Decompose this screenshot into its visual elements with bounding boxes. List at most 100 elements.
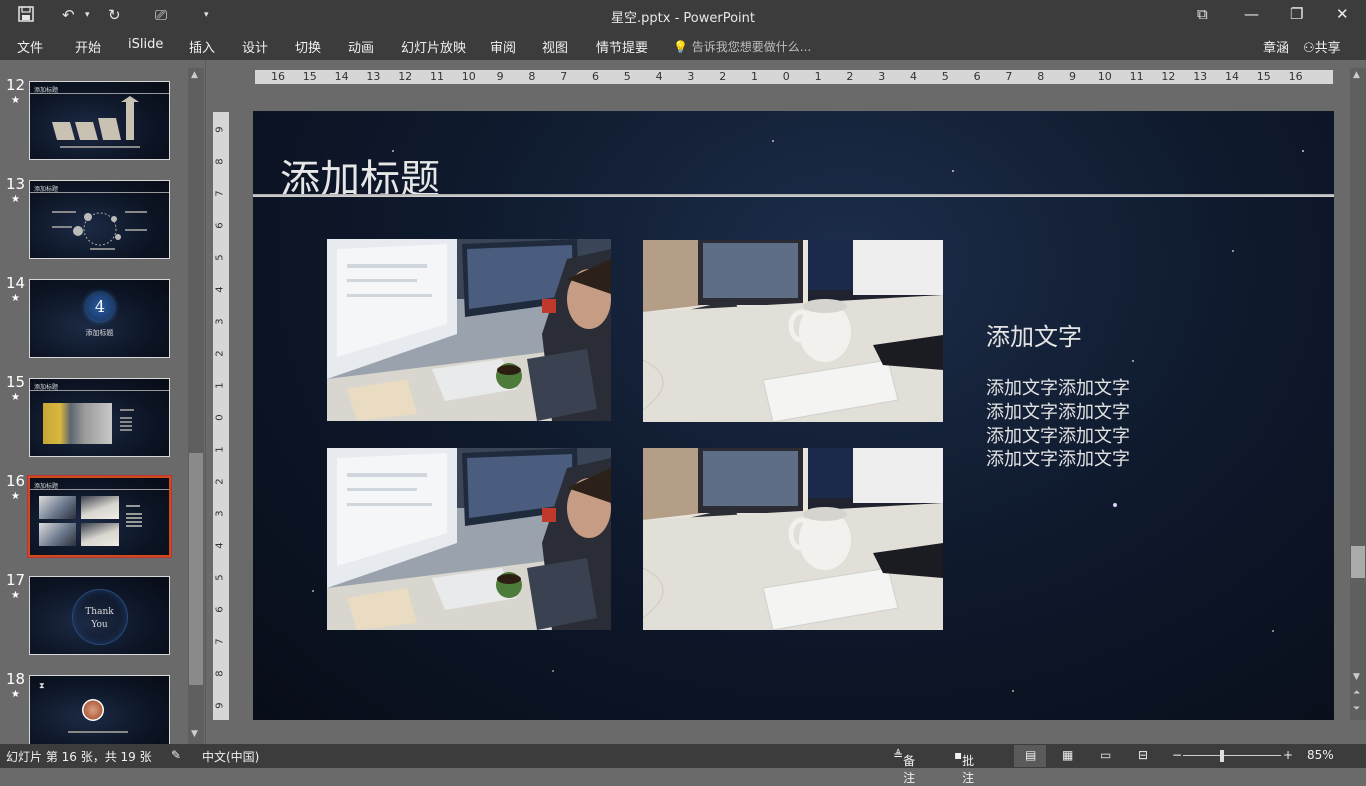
ruler-tick-label: 5 — [214, 254, 226, 261]
thumbnail-graphic — [52, 211, 147, 250]
slide-canvas[interactable]: 添加标题 添加文字 添加文字添加文字 添加文字添加文字 添加文字添加文字 添加文… — [253, 111, 1334, 720]
tab-home[interactable]: 开始 — [75, 37, 101, 56]
slide-scrollbar[interactable]: ▲ ▼ ⏶ ⏷ — [1350, 68, 1366, 720]
ribbon-tabs: 文件 开始 iSlide 插入 设计 切换 动画 幻灯片放映 审阅 视图 情节提… — [0, 31, 1366, 60]
body-text-line[interactable]: 添加文字添加文字 — [986, 398, 1130, 424]
animation-star-icon: ★ — [11, 194, 20, 205]
thumbnail-number: 17 — [6, 571, 26, 589]
tab-file[interactable]: 文件 — [17, 37, 43, 56]
ribbon-display-options-icon[interactable]: ⧉ — [1197, 5, 1208, 23]
horizontal-ruler: 16 15 14 13 12 11 10 9 8 7 6 5 4 3 2 1 0 1 2 3 4 5 6 7 8 9 10 11 12 1… — [255, 70, 1333, 84]
thumbnail-number: 15 — [6, 373, 26, 391]
tab-islide[interactable]: iSlide — [128, 37, 163, 52]
tab-view[interactable]: 视图 — [542, 37, 568, 56]
scrollbar-thumb[interactable] — [189, 453, 203, 685]
slide-thumbnail-16[interactable]: 添加标题 — [28, 476, 171, 557]
language-indicator[interactable]: 中文(中国) — [202, 748, 259, 765]
thumbnail-number: 14 — [6, 274, 26, 292]
zoom-slider[interactable] — [1183, 755, 1281, 756]
office-photo-3[interactable] — [327, 448, 611, 630]
ruler-tick-label: 12 — [1161, 70, 1176, 83]
ruler-tick-label: 3 — [687, 70, 695, 83]
tell-me-search[interactable]: 💡 告诉我您想要做什么... — [673, 38, 811, 55]
normal-view-icon: ▤ — [1025, 748, 1037, 762]
tab-storyboarding[interactable]: 情节提要 — [596, 37, 648, 56]
tab-animations[interactable]: 动画 — [348, 37, 374, 56]
tab-transitions[interactable]: 切换 — [295, 37, 321, 56]
scrollbar-thumb[interactable] — [1351, 546, 1365, 578]
ruler-tick-label: 5 — [214, 574, 226, 581]
slide-thumbnail-18[interactable]: ⧗ — [29, 675, 170, 744]
ruler-tick-label: 1 — [214, 446, 226, 453]
tab-insert[interactable]: 插入 — [189, 37, 215, 56]
ruler-tick-label: 1 — [751, 70, 758, 83]
scroll-down-icon[interactable]: ▼ — [1353, 672, 1360, 682]
animation-star-icon: ★ — [11, 293, 20, 304]
lightbulb-icon: 💡 — [673, 40, 688, 54]
thumbnail-text-lines — [126, 505, 142, 527]
slide-sorter-icon[interactable]: ▦ — [1062, 748, 1073, 762]
maximize-icon[interactable]: ❐ — [1290, 5, 1303, 23]
slideshow-icon[interactable]: ⊟ — [1138, 748, 1148, 762]
notes-button[interactable]: ≜ 备注 — [893, 748, 915, 785]
tab-design[interactable]: 设计 — [242, 37, 268, 56]
slide-subtitle[interactable]: 添加文字 — [986, 317, 1082, 352]
scroll-down-icon[interactable]: ▼ — [191, 729, 198, 739]
scroll-up-icon[interactable]: ▲ — [191, 70, 198, 80]
ruler-tick-label: 2 — [846, 70, 854, 83]
zoom-in-icon[interactable]: + — [1283, 748, 1293, 762]
vertical-ruler: 9 8 7 6 5 4 3 2 1 0 1 2 3 4 5 6 7 8 9 — [213, 112, 229, 720]
slide-thumbnail-13[interactable]: 添加标题 — [29, 180, 170, 259]
thumbnail-graphic — [52, 96, 140, 148]
title-bar: ↶ ▾ ↻ ⎚ ▾ 星空.pptx - PowerPoint ⧉ — ❐ ✕ — [0, 0, 1366, 31]
ruler-tick-label: 3 — [214, 318, 226, 325]
tab-slideshow[interactable]: 幻灯片放映 — [401, 37, 466, 56]
minimize-icon[interactable]: — — [1244, 5, 1259, 23]
thumbnail-text: Thank — [85, 607, 114, 617]
comments-button[interactable]: ▪ 批注 — [954, 748, 974, 785]
thumbnail-avatar — [82, 699, 104, 721]
ruler-tick-label: 3 — [878, 70, 886, 83]
office-photo-4[interactable] — [643, 448, 943, 630]
body-text-line[interactable]: 添加文字添加文字 — [986, 374, 1130, 400]
animation-star-icon: ★ — [11, 689, 20, 700]
office-photo-2[interactable] — [643, 240, 943, 422]
animation-star-icon: ★ — [11, 590, 20, 601]
title-divider-line — [253, 194, 1334, 197]
thumbnail-number: 16 — [6, 472, 26, 490]
tab-review[interactable]: 审阅 — [490, 37, 516, 56]
ruler-tick-label: 8 — [214, 158, 226, 165]
ruler-tick-label: 13 — [1193, 70, 1208, 83]
previous-slide-icon[interactable]: ⏶ — [1353, 688, 1360, 698]
reading-view-icon[interactable]: ▭ — [1100, 748, 1111, 762]
scroll-up-icon[interactable]: ▲ — [1353, 70, 1360, 80]
zoom-slider-handle[interactable] — [1220, 750, 1224, 762]
animation-star-icon: ★ — [11, 95, 20, 106]
office-scene-left — [327, 448, 611, 630]
zoom-level[interactable]: 85% — [1307, 748, 1334, 762]
ruler-tick-label: 8 — [214, 670, 226, 677]
ruler-tick-label: 4 — [655, 70, 663, 83]
body-text-line[interactable]: 添加文字添加文字 — [986, 445, 1130, 471]
slide-thumbnail-12[interactable]: 添加标题 — [29, 81, 170, 160]
zoom-out-icon[interactable]: − — [1172, 748, 1182, 762]
thumbnail-scrollbar[interactable]: ▲ ▼ — [188, 68, 204, 744]
ruler-tick-label: 4 — [214, 542, 226, 549]
ruler-tick-label: 14 — [1225, 70, 1239, 83]
ruler-tick-label: 6 — [973, 70, 981, 83]
slide-thumbnail-15[interactable]: 添加标题 — [29, 378, 170, 457]
ruler-tick-label: 7 — [214, 638, 226, 645]
ruler-tick-label: 6 — [214, 606, 226, 613]
office-scene-right — [643, 240, 943, 422]
office-photo-1[interactable] — [327, 239, 611, 421]
ruler-tick-label: 12 — [398, 70, 413, 83]
user-name[interactable]: 章涵 — [1263, 37, 1289, 56]
thumbnail-caption: 添加标题 — [85, 329, 114, 337]
slide-thumbnail-17[interactable]: Thank You — [29, 576, 170, 655]
close-icon[interactable]: ✕ — [1336, 5, 1349, 23]
slide-thumbnail-14[interactable]: 4 添加标题 — [29, 279, 170, 358]
spellcheck-icon[interactable]: ✎ — [171, 748, 181, 762]
share-button[interactable]: ⚇共享 — [1303, 37, 1341, 56]
next-slide-icon[interactable]: ⏷ — [1353, 704, 1360, 714]
ruler-tick-label: 2 — [214, 350, 226, 357]
